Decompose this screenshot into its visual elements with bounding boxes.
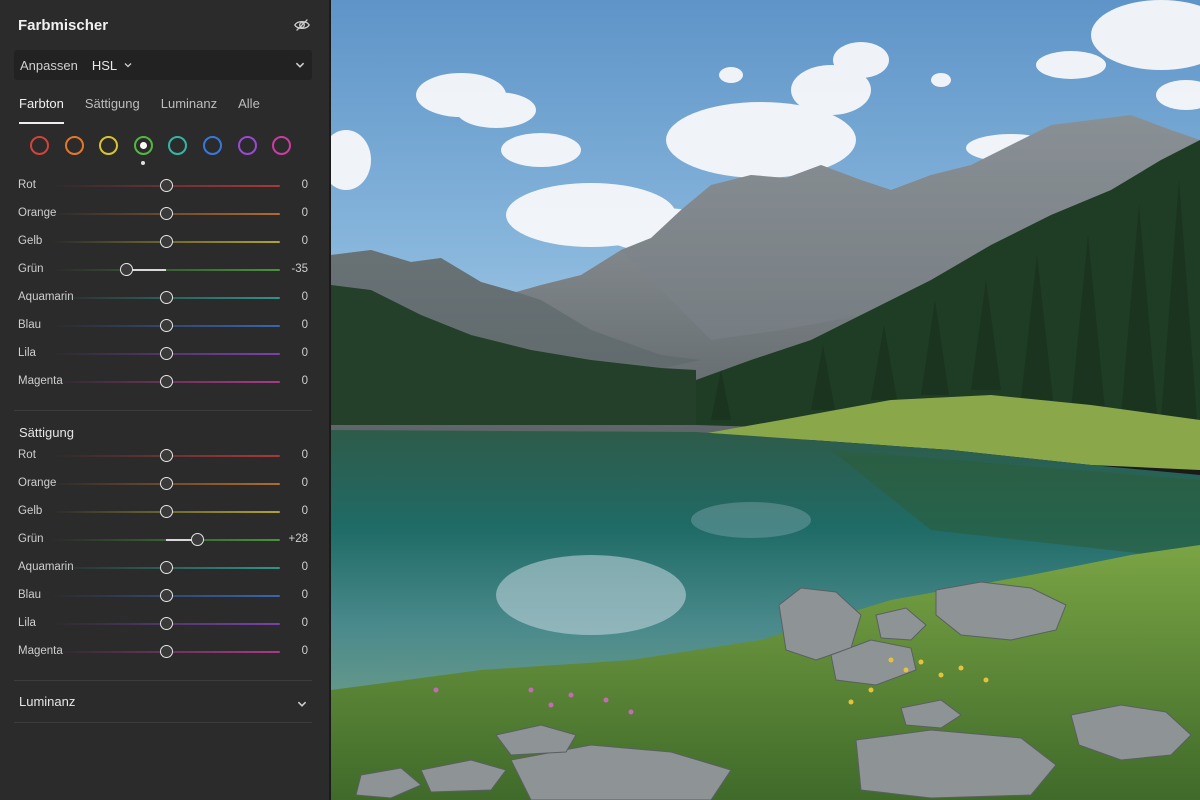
swatch-orange[interactable] (64, 136, 84, 155)
swatch-magenta[interactable] (272, 136, 292, 155)
saturation-slider-thumb[interactable] (159, 645, 173, 658)
hue-slider-thumb[interactable] (159, 291, 173, 304)
swatch-blue[interactable] (203, 136, 222, 155)
landscape-photo (331, 0, 1200, 800)
saturation-slider-thumb[interactable] (159, 505, 173, 518)
panel-title: Farbmischer (18, 16, 109, 34)
divider (14, 410, 312, 411)
chevron-down-icon (124, 63, 132, 68)
color-swatches (30, 134, 300, 166)
saturation-section: Rot 0 Orange 0 Gelb 0 Grün +28 Aquamarin 0 Blau 0 Li… (0, 442, 330, 666)
saturation-slider-thumb[interactable] (159, 561, 173, 574)
hue-label: Lila (18, 347, 36, 359)
mixer-tabs: Farbton Sättigung Luminanz Alle (19, 96, 260, 124)
tab-saturation[interactable]: Sättigung (85, 96, 140, 124)
hue-label: Rot (18, 179, 36, 191)
saturation-value[interactable]: 0 (268, 589, 308, 601)
hue-row: Blau 0 (0, 312, 330, 340)
saturation-row: Magenta 0 (0, 638, 330, 666)
chevron-down-icon[interactable] (294, 59, 306, 71)
saturation-section-title: Sättigung (19, 425, 74, 440)
saturation-slider-thumb[interactable] (191, 533, 205, 546)
saturation-label: Grün (18, 533, 44, 545)
saturation-row: Aquamarin 0 (0, 554, 330, 582)
hue-slider-thumb[interactable] (159, 179, 173, 192)
hue-slider-track[interactable] (52, 269, 280, 271)
divider (14, 722, 312, 723)
hue-row: Grün -35 (0, 256, 330, 284)
tab-all[interactable]: Alle (238, 96, 260, 124)
hue-row: Aquamarin 0 (0, 284, 330, 312)
swatch-red[interactable] (30, 136, 49, 155)
swatch-aqua[interactable] (168, 136, 188, 155)
hue-section: Rot 0 Orange 0 Gelb 0 Grün -35 Aquamarin 0 Blau 0 Li… (0, 172, 330, 396)
hue-value[interactable]: 0 (268, 347, 308, 359)
saturation-label: Orange (18, 477, 57, 489)
hue-label: Gelb (18, 235, 43, 247)
saturation-row: Lila 0 (0, 610, 330, 638)
divider (14, 680, 312, 681)
saturation-slider-thumb[interactable] (159, 449, 173, 462)
saturation-row: Grün +28 (0, 526, 330, 554)
saturation-label: Rot (18, 449, 36, 461)
hue-value[interactable]: 0 (268, 291, 308, 303)
hue-slider-thumb[interactable] (159, 319, 173, 332)
saturation-value[interactable]: 0 (268, 505, 308, 517)
hue-row: Gelb 0 (0, 228, 330, 256)
hue-row: Magenta 0 (0, 368, 330, 396)
hue-row: Orange 0 (0, 200, 330, 228)
hue-label: Orange (18, 207, 57, 219)
photo-canvas[interactable] (331, 0, 1200, 800)
saturation-slider-thumb[interactable] (159, 617, 173, 630)
saturation-value[interactable]: 0 (268, 449, 308, 461)
saturation-row: Gelb 0 (0, 498, 330, 526)
hue-value[interactable]: 0 (268, 179, 308, 191)
hue-slider-thumb[interactable] (159, 207, 173, 220)
chevron-down-icon (297, 701, 307, 707)
mode-value[interactable]: HSL (92, 58, 133, 73)
swatch-yellow[interactable] (99, 136, 119, 155)
adjust-label: Anpassen (20, 57, 78, 73)
panel-header: Farbmischer (18, 14, 311, 36)
hue-value[interactable]: 0 (268, 207, 308, 219)
hue-label: Grün (18, 263, 44, 275)
saturation-value[interactable]: 0 (268, 561, 308, 573)
saturation-label: Gelb (18, 505, 43, 517)
mode-value-text: HSL (91, 57, 118, 73)
saturation-slider-thumb[interactable] (159, 589, 173, 602)
saturation-label: Blau (18, 589, 42, 601)
saturation-value[interactable]: 0 (268, 477, 308, 489)
eye-slash-icon[interactable] (293, 16, 311, 34)
luminance-section-title: Luminanz (19, 694, 76, 709)
hue-slider-thumb[interactable] (159, 347, 173, 360)
hue-value[interactable]: 0 (268, 375, 308, 387)
hue-value[interactable]: 0 (268, 235, 308, 247)
color-mixer-panel: Farbmischer Anpassen HSL Farbton Sättigu… (0, 0, 330, 800)
hue-slider-thumb[interactable] (119, 263, 133, 276)
saturation-row: Rot 0 (0, 442, 330, 470)
hue-value[interactable]: 0 (268, 319, 308, 331)
hue-label: Blau (18, 319, 42, 331)
saturation-value[interactable]: 0 (268, 645, 308, 657)
saturation-row: Orange 0 (0, 470, 330, 498)
saturation-slider-thumb[interactable] (159, 477, 173, 490)
luminance-section-header[interactable]: Luminanz (0, 686, 330, 718)
hue-slider-thumb[interactable] (159, 375, 173, 388)
adjust-mode-select[interactable]: Anpassen HSL (14, 50, 312, 80)
tab-hue[interactable]: Farbton (19, 96, 64, 124)
tab-luminance[interactable]: Luminanz (161, 96, 217, 124)
hue-row: Rot 0 (0, 172, 330, 200)
saturation-value[interactable]: +28 (268, 533, 308, 545)
swatch-green[interactable] (133, 136, 153, 155)
hue-row: Lila 0 (0, 340, 330, 368)
saturation-value[interactable]: 0 (268, 617, 308, 629)
hue-value[interactable]: -35 (268, 263, 308, 275)
saturation-row: Blau 0 (0, 582, 330, 610)
saturation-label: Lila (18, 617, 36, 629)
hue-slider-thumb[interactable] (159, 235, 173, 248)
swatch-purple[interactable] (237, 136, 257, 155)
selected-swatch-indicator (141, 161, 146, 165)
